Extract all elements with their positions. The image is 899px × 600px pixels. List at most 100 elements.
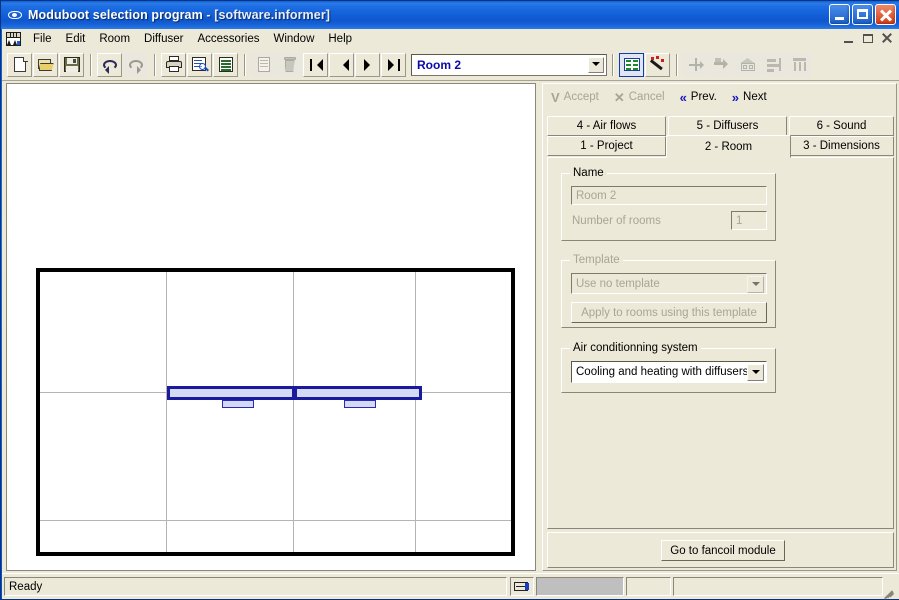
check-icon: V xyxy=(551,89,560,105)
diffuser-tab-right[interactable] xyxy=(344,400,376,408)
room-boundary xyxy=(36,268,515,556)
grid-line-horizontal xyxy=(40,520,511,521)
print-preview-button[interactable] xyxy=(187,52,212,77)
diffuser-grid-button xyxy=(787,52,812,77)
document-properties-icon[interactable] xyxy=(5,31,22,47)
menu-item-accessories[interactable]: Accessories xyxy=(190,31,266,47)
first-record-button[interactable] xyxy=(303,52,328,77)
new-document-button[interactable] xyxy=(7,52,32,77)
panel-action-bar: V Accept ✕ Cancel « Prev. » Next xyxy=(545,86,894,108)
main-toolbar: Room 2 xyxy=(2,49,899,81)
close-button[interactable] xyxy=(875,4,896,25)
cross-icon: ✕ xyxy=(613,89,625,105)
air-conditioning-group-title: Air conditionning system xyxy=(570,342,701,354)
last-record-button[interactable] xyxy=(381,52,406,77)
next-record-button[interactable] xyxy=(355,52,380,77)
window-title-main: Moduboot selection program xyxy=(28,8,203,22)
template-groupbox: Template Use no template Apply to rooms … xyxy=(561,254,776,328)
prev-chevron-icon: « xyxy=(679,89,687,105)
menu-item-window[interactable]: Window xyxy=(266,31,321,47)
menu-bar: File Edit Room Diffuser Accessories Wind… xyxy=(2,29,899,49)
undo-button[interactable] xyxy=(97,52,122,77)
next-chevron-icon: » xyxy=(731,89,740,105)
air-conditioning-value: Cooling and heating with diffusers xyxy=(576,366,749,378)
menu-item-file[interactable]: File xyxy=(26,31,59,47)
toolbar-separator xyxy=(154,53,156,76)
diffuser-bar-left[interactable] xyxy=(167,386,295,400)
cancel-label: Cancel xyxy=(628,91,665,103)
previous-record-button[interactable] xyxy=(329,52,354,77)
name-groupbox: Name Room 2 Number of rooms 1 xyxy=(561,167,776,241)
air-conditioning-groupbox: Air conditionning system Cooling and hea… xyxy=(561,342,776,393)
menu-item-diffuser[interactable]: Diffuser xyxy=(137,31,190,47)
menu-item-edit[interactable]: Edit xyxy=(59,31,93,47)
tab-project[interactable]: 1 - Project xyxy=(547,136,666,156)
next-label: Next xyxy=(743,91,767,103)
properties-list-button[interactable] xyxy=(619,52,644,77)
tab-air-flows[interactable]: 4 - Air flows xyxy=(547,116,666,136)
flow-arrow-button xyxy=(709,52,734,77)
magic-wand-button[interactable] xyxy=(645,52,670,77)
cancel-button: ✕ Cancel xyxy=(608,88,674,107)
fancoil-footer: Go to fancoil module xyxy=(547,532,894,568)
air-conditioning-combo[interactable]: Cooling and heating with diffusers xyxy=(571,361,767,383)
tab-dimensions[interactable]: 3 - Dimensions xyxy=(789,136,894,156)
accept-button: V Accept xyxy=(545,88,608,107)
go-to-fancoil-module-button[interactable]: Go to fancoil module xyxy=(661,540,785,561)
room-name-value: Room 2 xyxy=(576,189,617,202)
room-selector-value: Room 2 xyxy=(417,57,462,72)
tab-diffusers[interactable]: 5 - Diffusers xyxy=(668,116,787,136)
toolbar-separator xyxy=(90,53,92,76)
menu-item-room[interactable]: Room xyxy=(92,31,137,47)
apply-template-button: Apply to rooms using this template xyxy=(571,302,767,323)
chevron-down-icon[interactable] xyxy=(588,56,604,73)
properties-panel: V Accept ✕ Cancel « Prev. » Next 4 - Air… xyxy=(542,83,897,571)
application-window: Moduboot selection program - [software.i… xyxy=(0,0,899,600)
window-title: Moduboot selection program - [software.i… xyxy=(28,8,330,22)
toolbar-separator xyxy=(676,53,678,76)
chevron-down-icon xyxy=(747,276,764,293)
redo-button xyxy=(123,52,148,77)
caption-buttons xyxy=(829,4,896,25)
diffuser-bar-right[interactable] xyxy=(294,386,422,400)
minimize-button[interactable] xyxy=(829,4,850,25)
print-button[interactable] xyxy=(161,52,186,77)
grid-line-vertical xyxy=(166,272,167,552)
prev-button[interactable]: « Prev. xyxy=(674,88,726,107)
grid-line-vertical xyxy=(415,272,416,552)
mdi-restore-button[interactable] xyxy=(860,31,876,46)
room-selector-combo[interactable]: Room 2 xyxy=(411,53,607,76)
menu-item-help[interactable]: Help xyxy=(321,31,359,47)
room-drawing-canvas[interactable] xyxy=(6,83,536,571)
wizard-tab-strip: 4 - Air flows 5 - Diffusers 6 - Sound 1 … xyxy=(547,116,894,158)
status-icon-panel[interactable] xyxy=(510,577,534,596)
resize-grip[interactable] xyxy=(882,583,896,600)
diffuser-tab-left[interactable] xyxy=(222,400,254,408)
copy-document-button xyxy=(251,52,276,77)
eye-icon xyxy=(7,7,23,23)
mdi-caption-buttons xyxy=(841,31,895,46)
next-button[interactable]: » Next xyxy=(726,88,776,107)
tab-room[interactable]: 2 - Room xyxy=(666,135,791,158)
tab-sound[interactable]: 6 - Sound xyxy=(789,116,894,136)
chevron-down-icon[interactable] xyxy=(747,364,764,381)
report-button[interactable] xyxy=(213,52,238,77)
maximize-button[interactable] xyxy=(852,4,873,25)
name-group-title: Name xyxy=(570,167,607,179)
duct-branch-button xyxy=(683,52,708,77)
status-bar: Ready xyxy=(2,573,899,600)
status-panel-progress xyxy=(536,577,624,596)
grid-line-vertical xyxy=(293,272,294,552)
toolbar-separator xyxy=(244,53,246,76)
open-folder-button[interactable] xyxy=(33,52,58,77)
tab-page-room: Name Room 2 Number of rooms 1 Template U… xyxy=(547,157,894,529)
number-of-rooms-field: 1 xyxy=(731,211,767,230)
number-of-rooms-value: 1 xyxy=(736,214,743,227)
status-panel-gap xyxy=(626,577,671,596)
number-of-rooms-label: Number of rooms xyxy=(572,215,661,227)
mdi-minimize-button[interactable] xyxy=(841,31,857,46)
mdi-close-button[interactable] xyxy=(879,31,895,46)
status-message: Ready xyxy=(4,577,507,596)
template-combo: Use no template xyxy=(571,273,767,294)
save-diskette-button[interactable] xyxy=(59,52,84,77)
